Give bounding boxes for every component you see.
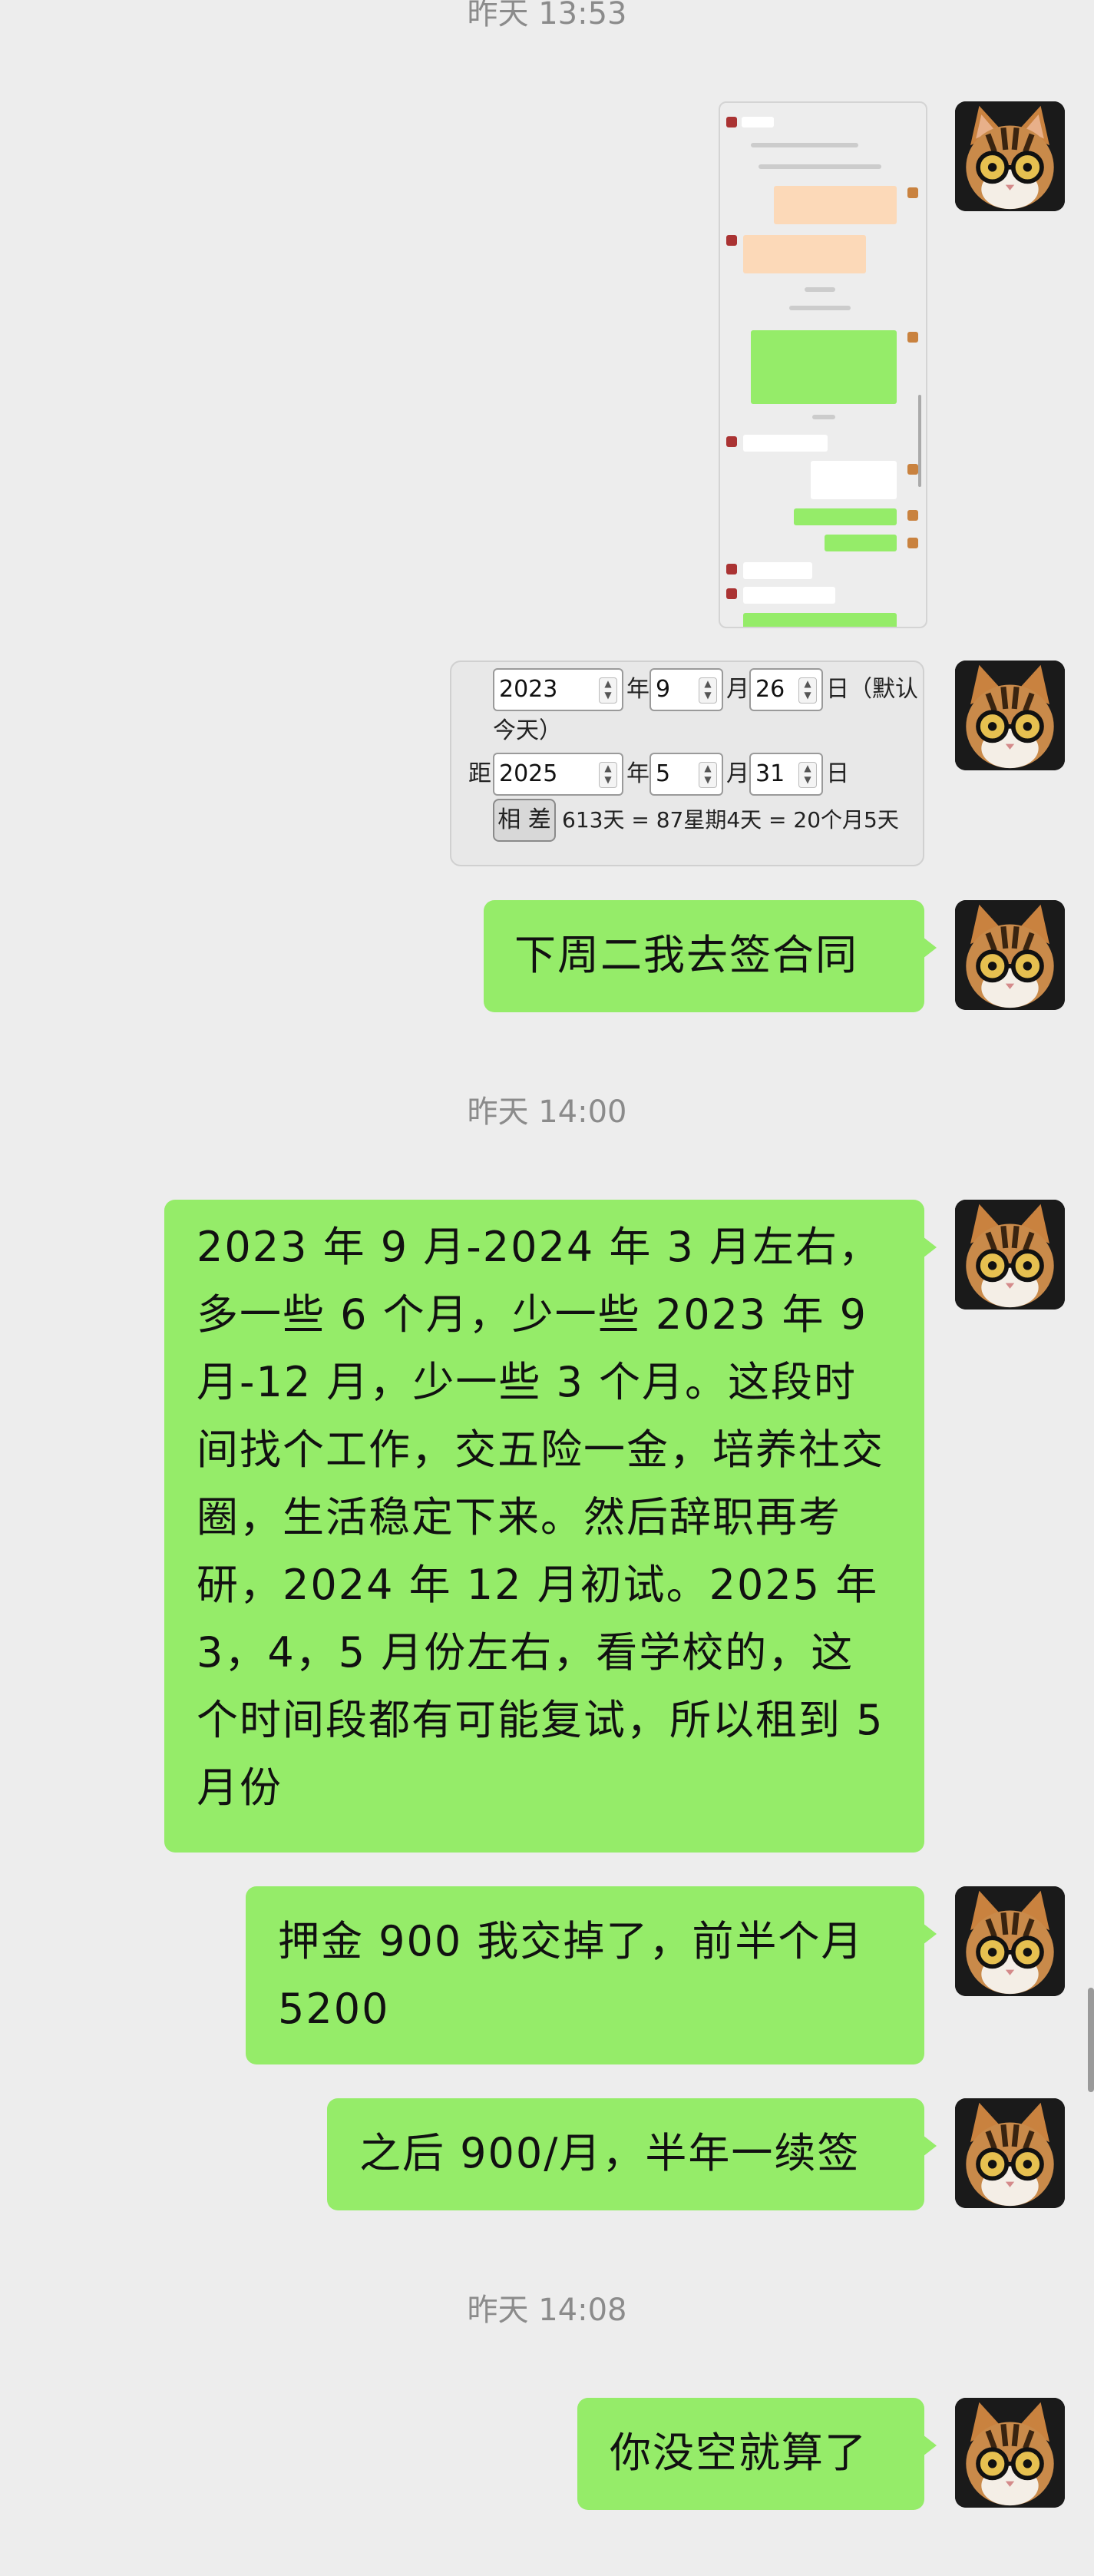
default-note: 今天） xyxy=(493,717,562,744)
avatar[interactable] xyxy=(955,101,1065,211)
cat-avatar-icon xyxy=(955,101,1065,211)
diff-button[interactable]: 相 差 xyxy=(493,799,556,842)
message-bubble[interactable]: 之后 900/月，半年一续签 xyxy=(327,2098,937,2210)
diff-result: 613天 = 87星期4天 = 20个月5天 xyxy=(562,807,899,833)
default-note: （默认 xyxy=(849,676,918,703)
spin-arrows-icon[interactable]: ▲ ▼ xyxy=(599,762,617,788)
avatar[interactable] xyxy=(955,900,1065,1010)
year-label: 年 xyxy=(626,676,649,703)
cat-avatar-icon xyxy=(955,661,1065,770)
end-day-input[interactable]: 31 ▲ ▼ xyxy=(749,753,823,796)
cat-avatar-icon xyxy=(955,2098,1065,2208)
cat-avatar-icon xyxy=(955,900,1065,1010)
spin-arrows-icon[interactable]: ▲ ▼ xyxy=(699,677,717,704)
cat-avatar-icon xyxy=(955,1200,1065,1310)
avatar[interactable] xyxy=(955,1886,1065,1996)
end-year-input[interactable]: 2025 ▲ ▼ xyxy=(493,753,623,796)
timestamp: 昨天 14:00 xyxy=(467,1094,627,1130)
avatar[interactable] xyxy=(955,2098,1065,2208)
day-label: 日 xyxy=(826,676,849,703)
avatar[interactable] xyxy=(955,661,1065,770)
message-bubble[interactable]: 2023 年 9 月-2024 年 3 月左右，多一些 6 个月，少一些 202… xyxy=(164,1200,937,1853)
timestamp: 昨天 14:08 xyxy=(467,2293,627,2328)
start-year-input[interactable]: 2023 ▲ ▼ xyxy=(493,668,623,711)
to-label: 距 xyxy=(468,760,491,787)
message-bubble[interactable]: 你没空就算了 xyxy=(577,2398,937,2510)
message-bubble[interactable]: 下周二我去签合同 xyxy=(484,900,937,1012)
end-month-input[interactable]: 5 ▲ ▼ xyxy=(649,753,723,796)
start-month-input[interactable]: 9 ▲ ▼ xyxy=(649,668,723,711)
avatar[interactable] xyxy=(955,1200,1065,1310)
spin-arrows-icon[interactable]: ▲ ▼ xyxy=(699,762,717,788)
day-label: 日 xyxy=(826,760,849,787)
cat-avatar-icon xyxy=(955,1886,1065,1996)
message-bubble[interactable]: 押金 900 我交掉了，前半个月 5200 xyxy=(246,1886,937,2064)
timestamp: 昨天 13:53 xyxy=(467,0,627,31)
spin-arrows-icon[interactable]: ▲ ▼ xyxy=(599,677,617,704)
spin-arrows-icon[interactable]: ▲ ▼ xyxy=(798,677,817,704)
spin-arrows-icon[interactable]: ▲ ▼ xyxy=(798,762,817,788)
date-calculator: 2023 ▲ ▼ 年 9 ▲ ▼ 月 26 ▲ ▼ 日（默认 今天） 距 2025 ▲ ▼ 年 … xyxy=(450,661,924,866)
chat-screenshot-image[interactable] xyxy=(719,101,927,628)
start-day-input[interactable]: 26 ▲ ▼ xyxy=(749,668,823,711)
cat-avatar-icon xyxy=(955,2398,1065,2508)
year-label: 年 xyxy=(626,760,649,787)
avatar[interactable] xyxy=(955,2398,1065,2508)
scrollbar[interactable] xyxy=(1088,1988,1094,2092)
month-label: 月 xyxy=(726,760,749,787)
month-label: 月 xyxy=(726,676,749,703)
